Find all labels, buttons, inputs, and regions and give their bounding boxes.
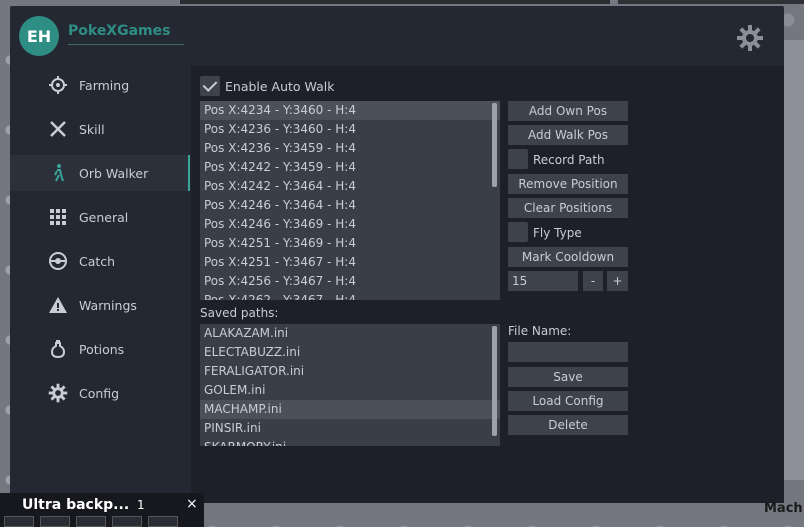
sidebar-item-label: Skill bbox=[79, 121, 105, 137]
file-name-label: File Name: bbox=[508, 324, 572, 338]
sidebar-item-label: Catch bbox=[79, 253, 116, 269]
mark-cooldown-button[interactable]: Mark Cooldown bbox=[508, 247, 628, 267]
app-logo: EH bbox=[19, 16, 59, 56]
saved-path-list-item[interactable]: SKARMORY.ini bbox=[200, 438, 500, 446]
position-list-item[interactable]: Pos X:4251 - Y:3469 - H:4 bbox=[200, 234, 500, 253]
warning-icon bbox=[48, 295, 68, 315]
backpack-title: Ultra backp... bbox=[22, 497, 130, 513]
map-corner-label: Mach bbox=[764, 501, 803, 516]
game-topbar bbox=[180, 0, 610, 4]
fly-type-label: Fly Type bbox=[533, 226, 582, 240]
saved-path-list-item[interactable]: GOLEM.ini bbox=[200, 381, 500, 400]
clear-positions-button[interactable]: Clear Positions bbox=[508, 198, 628, 218]
sidebar-item-label: Potions bbox=[79, 341, 125, 357]
cooldown-minus-button[interactable]: - bbox=[583, 271, 603, 291]
sidebar-item-label: Warnings bbox=[79, 297, 137, 313]
saved-path-list-item[interactable]: ELECTABUZZ.ini bbox=[200, 343, 500, 362]
position-list-item[interactable]: Pos X:4246 - Y:3469 - H:4 bbox=[200, 215, 500, 234]
titlebar[interactable]: EH PokeXGames bbox=[10, 6, 784, 64]
cooldown-input[interactable]: 15 bbox=[508, 271, 578, 291]
position-list-item[interactable]: Pos X:4242 - Y:3464 - H:4 bbox=[200, 177, 500, 196]
enable-auto-walk-label: Enable Auto Walk bbox=[225, 79, 335, 94]
crossed-swords-icon bbox=[48, 119, 68, 139]
crosshair-icon bbox=[48, 75, 68, 95]
gear-icon bbox=[48, 383, 68, 403]
backpack-slot[interactable] bbox=[76, 516, 106, 527]
saved-paths-list-scrollbar[interactable] bbox=[492, 326, 497, 436]
saved-path-list-item[interactable]: PINSIR.ini bbox=[200, 419, 500, 438]
position-list-item[interactable]: Pos X:4256 - Y:3467 - H:4 bbox=[200, 272, 500, 291]
sidebar: Farming Skill Orb Walker General Catch W… bbox=[10, 64, 190, 503]
saved-path-list-item[interactable]: FERALIGATOR.ini bbox=[200, 362, 500, 381]
walking-person-icon bbox=[48, 163, 68, 183]
sidebar-item-label: Farming bbox=[79, 77, 130, 93]
sidebar-item-general[interactable]: General bbox=[10, 199, 190, 235]
backpack-slot[interactable] bbox=[112, 516, 142, 527]
fly-type-checkbox[interactable] bbox=[508, 222, 528, 242]
position-list-item[interactable]: Pos X:4236 - Y:3460 - H:4 bbox=[200, 120, 500, 139]
saved-path-list-item[interactable]: MACHAMP.ini bbox=[200, 400, 500, 419]
file-name-input[interactable] bbox=[508, 342, 628, 362]
sidebar-item-config[interactable]: Config bbox=[10, 375, 190, 411]
record-path-label: Record Path bbox=[533, 153, 605, 167]
backpack-slot[interactable] bbox=[4, 516, 34, 527]
position-list-item[interactable]: Pos X:4251 - Y:3467 - H:4 bbox=[200, 253, 500, 272]
backpack-close-button[interactable]: × bbox=[186, 496, 198, 512]
backpack-count: 1 bbox=[137, 498, 145, 512]
grid-icon bbox=[48, 207, 68, 227]
add-own-pos-button[interactable]: Add Own Pos bbox=[508, 101, 628, 121]
sidebar-item-potions[interactable]: Potions bbox=[10, 331, 190, 367]
sidebar-item-skill[interactable]: Skill bbox=[10, 111, 190, 147]
app-title: PokeXGames bbox=[68, 23, 171, 39]
position-list-item[interactable]: Pos X:4234 - Y:3460 - H:4 bbox=[200, 101, 500, 120]
sidebar-item-farming[interactable]: Farming bbox=[10, 67, 190, 103]
position-list-item[interactable]: Pos X:4236 - Y:3459 - H:4 bbox=[200, 139, 500, 158]
sidebar-item-label: Orb Walker bbox=[79, 165, 149, 181]
record-path-checkbox[interactable] bbox=[508, 149, 528, 169]
enable-auto-walk-checkbox[interactable] bbox=[200, 76, 220, 96]
sidebar-item-label: General bbox=[79, 209, 129, 225]
saved-path-list-item[interactable]: ALAKAZAM.ini bbox=[200, 324, 500, 343]
save-button[interactable]: Save bbox=[508, 367, 628, 387]
potion-icon bbox=[48, 339, 68, 359]
delete-button[interactable]: Delete bbox=[508, 415, 628, 435]
sidebar-item-catch[interactable]: Catch bbox=[10, 243, 190, 279]
cooldown-plus-button[interactable]: + bbox=[607, 271, 628, 291]
positions-list-scrollbar[interactable] bbox=[492, 103, 497, 187]
settings-gear-icon[interactable] bbox=[736, 24, 764, 52]
add-walk-pos-button[interactable]: Add Walk Pos bbox=[508, 125, 628, 145]
bot-window: EH PokeXGames Farming Skill Orb Walker G… bbox=[10, 6, 784, 503]
game-topbar-right bbox=[618, 0, 804, 4]
pokeball-icon bbox=[48, 251, 68, 271]
title-underline bbox=[68, 44, 184, 45]
positions-list[interactable]: Pos X:4234 - Y:3460 - H:4 Pos X:4236 - Y:… bbox=[200, 101, 500, 300]
position-list-item[interactable]: Pos X:4262 - Y:3467 - H:4 bbox=[200, 291, 500, 300]
orb-walker-panel: Enable Auto Walk Pos X:4234 - Y:3460 - H… bbox=[191, 66, 784, 503]
sidebar-item-orb-walker[interactable]: Orb Walker bbox=[10, 155, 190, 191]
load-config-button[interactable]: Load Config bbox=[508, 391, 628, 411]
sidebar-item-warnings[interactable]: Warnings bbox=[10, 287, 190, 323]
position-list-item[interactable]: Pos X:4242 - Y:3459 - H:4 bbox=[200, 158, 500, 177]
backpack-slot[interactable] bbox=[148, 516, 178, 527]
game-map-right-strip bbox=[784, 40, 804, 480]
saved-paths-label: Saved paths: bbox=[200, 306, 279, 320]
sidebar-item-label: Config bbox=[79, 385, 120, 401]
remove-position-button[interactable]: Remove Position bbox=[508, 174, 628, 194]
position-list-item[interactable]: Pos X:4246 - Y:3464 - H:4 bbox=[200, 196, 500, 215]
backpack-slot[interactable] bbox=[40, 516, 70, 527]
saved-paths-list[interactable]: ALAKAZAM.ini ELECTABUZZ.ini FERALIGATOR.in… bbox=[200, 324, 500, 446]
